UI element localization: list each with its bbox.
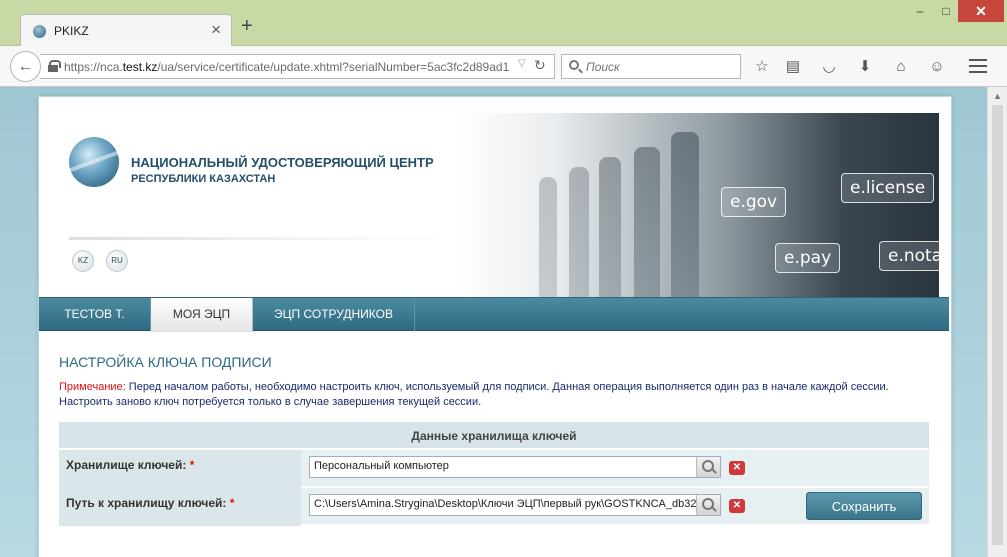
maximize-button[interactable]: □ <box>932 0 960 22</box>
banner-figure <box>569 167 589 297</box>
keystore-type-label-text: Хранилище ключей: <box>66 458 187 472</box>
banner-figure <box>634 147 660 297</box>
url-bar[interactable]: https://nca.test.kz/ua/service/certifica… <box>40 54 555 79</box>
new-tab-button[interactable]: + <box>241 16 253 36</box>
keystore-table: Данные хранилища ключей Хранилище ключей… <box>59 422 929 526</box>
tab-my-eds[interactable]: МОЯ ЭЦП <box>151 298 253 332</box>
header-divider <box>69 237 449 240</box>
lang-kz-button[interactable]: KZ <box>72 250 94 272</box>
search-bar[interactable] <box>561 54 741 79</box>
navigation-toolbar: https://nca.test.kz/ua/service/certifica… <box>0 46 1007 87</box>
back-button[interactable]: ← <box>10 51 41 82</box>
vertical-scrollbar[interactable]: ▲ <box>987 87 1007 557</box>
banner-figure <box>599 157 621 297</box>
org-name-line1: НАЦИОНАЛЬНЫЙ УДОСТОВЕРЯЮЩИЙ ЦЕНТР <box>131 155 434 170</box>
close-window-button[interactable]: ✕ <box>958 0 1004 22</box>
reload-icon[interactable]: ↻ <box>534 57 546 74</box>
tab-title: PKIKZ <box>54 24 89 38</box>
tab-employees-eds[interactable]: ЭЦП СОТРУДНИКОВ <box>253 298 415 331</box>
close-tab-icon[interactable]: × <box>211 21 221 39</box>
search-input[interactable] <box>586 58 736 76</box>
minimize-button[interactable]: – <box>906 0 934 22</box>
banner-figure <box>539 177 557 297</box>
url-text[interactable]: https://nca.test.kz/ua/service/certifica… <box>64 60 519 74</box>
required-marker: * <box>189 458 195 472</box>
note-text-1: Перед началом работы, необходимо настрои… <box>125 381 889 393</box>
note-text-2: Настроить заново ключ потребуется только… <box>59 396 482 408</box>
page-title: НАСТРОЙКА КЛЮЧА ПОДПИСИ <box>59 354 272 370</box>
star-icon[interactable]: ☆ <box>753 58 771 76</box>
home-icon[interactable]: ⌂ <box>892 58 910 76</box>
keystore-path-label-text: Путь к хранилищу ключей: <box>66 496 227 510</box>
menu-icon[interactable] <box>969 59 987 73</box>
keystore-type-input[interactable]: Персональный компьютер <box>309 456 721 478</box>
url-domain: test.kz <box>122 60 158 74</box>
banner-enotary: e.notary <box>879 241 939 271</box>
org-name-line2: РЕСПУБЛИКИ КАЗАХСТАН <box>131 173 276 185</box>
globe-icon <box>33 25 46 38</box>
download-icon[interactable]: ⬇ <box>856 58 874 76</box>
keystore-type-clear-icon[interactable]: ✕ <box>729 461 745 475</box>
keystore-path-row: Путь к хранилищу ключей: * C:\Users\Amin… <box>59 488 929 526</box>
keystore-path-label: Путь к хранилищу ключей: * <box>59 488 301 526</box>
scroll-thumb[interactable] <box>992 105 1003 545</box>
banner-epay: e.pay <box>775 243 841 273</box>
emoji-icon[interactable]: ☺ <box>928 58 946 76</box>
keystore-path-search-icon[interactable] <box>696 495 720 515</box>
lock-icon <box>48 60 61 72</box>
page-viewport: НАЦИОНАЛЬНЫЙ УДОСТОВЕРЯЮЩИЙ ЦЕНТР РЕСПУБ… <box>0 87 987 557</box>
scroll-up-icon[interactable]: ▲ <box>993 91 1002 101</box>
keystore-table-header: Данные хранилища ключей <box>59 422 929 450</box>
tab-testov[interactable]: ТЕСТОВ Т. <box>39 298 151 331</box>
page-container: НАЦИОНАЛЬНЫЙ УДОСТОВЕРЯЮЩИЙ ЦЕНТР РЕСПУБ… <box>38 96 952 557</box>
required-marker: * <box>229 496 235 510</box>
banner-elicense: e.license <box>841 173 935 203</box>
keystore-type-search-icon[interactable] <box>696 457 720 477</box>
banner-egov: e.gov <box>721 187 787 217</box>
banner-figure <box>671 132 699 297</box>
note-label: Примечание: <box>59 381 126 393</box>
url-prefix: https://nca. <box>64 60 123 74</box>
main-nav: ТЕСТОВ Т. МОЯ ЭЦП ЭЦП СОТРУДНИКОВ <box>39 297 949 332</box>
url-dropdown-icon[interactable]: ▽ <box>518 58 526 69</box>
url-path: /ua/service/certificate/update.xhtml?ser… <box>157 60 510 74</box>
keystore-path-input[interactable]: C:\Users\Amina.Strygina\Desktop\Ключи ЭЦ… <box>309 494 721 516</box>
pocket-icon[interactable]: ◡ <box>820 58 838 76</box>
search-icon <box>569 60 579 70</box>
save-button[interactable]: Сохранить <box>806 492 922 520</box>
keystore-path-clear-icon[interactable]: ✕ <box>729 499 745 513</box>
note-text: Примечание: Перед началом работы, необхо… <box>59 380 939 410</box>
title-bar: PKIKZ × + – □ ✕ <box>0 0 1007 47</box>
lang-ru-button[interactable]: RU <box>106 250 128 272</box>
keystore-type-label: Хранилище ключей: * <box>59 450 301 488</box>
nuc-logo-icon <box>69 137 119 187</box>
reading-list-icon[interactable]: ▤ <box>784 58 802 76</box>
header-banner: e.gov e.license e.pay e.notary <box>459 113 939 297</box>
browser-tab[interactable]: PKIKZ × <box>20 14 232 47</box>
keystore-type-row: Хранилище ключей: * Персональный компьют… <box>59 450 929 488</box>
